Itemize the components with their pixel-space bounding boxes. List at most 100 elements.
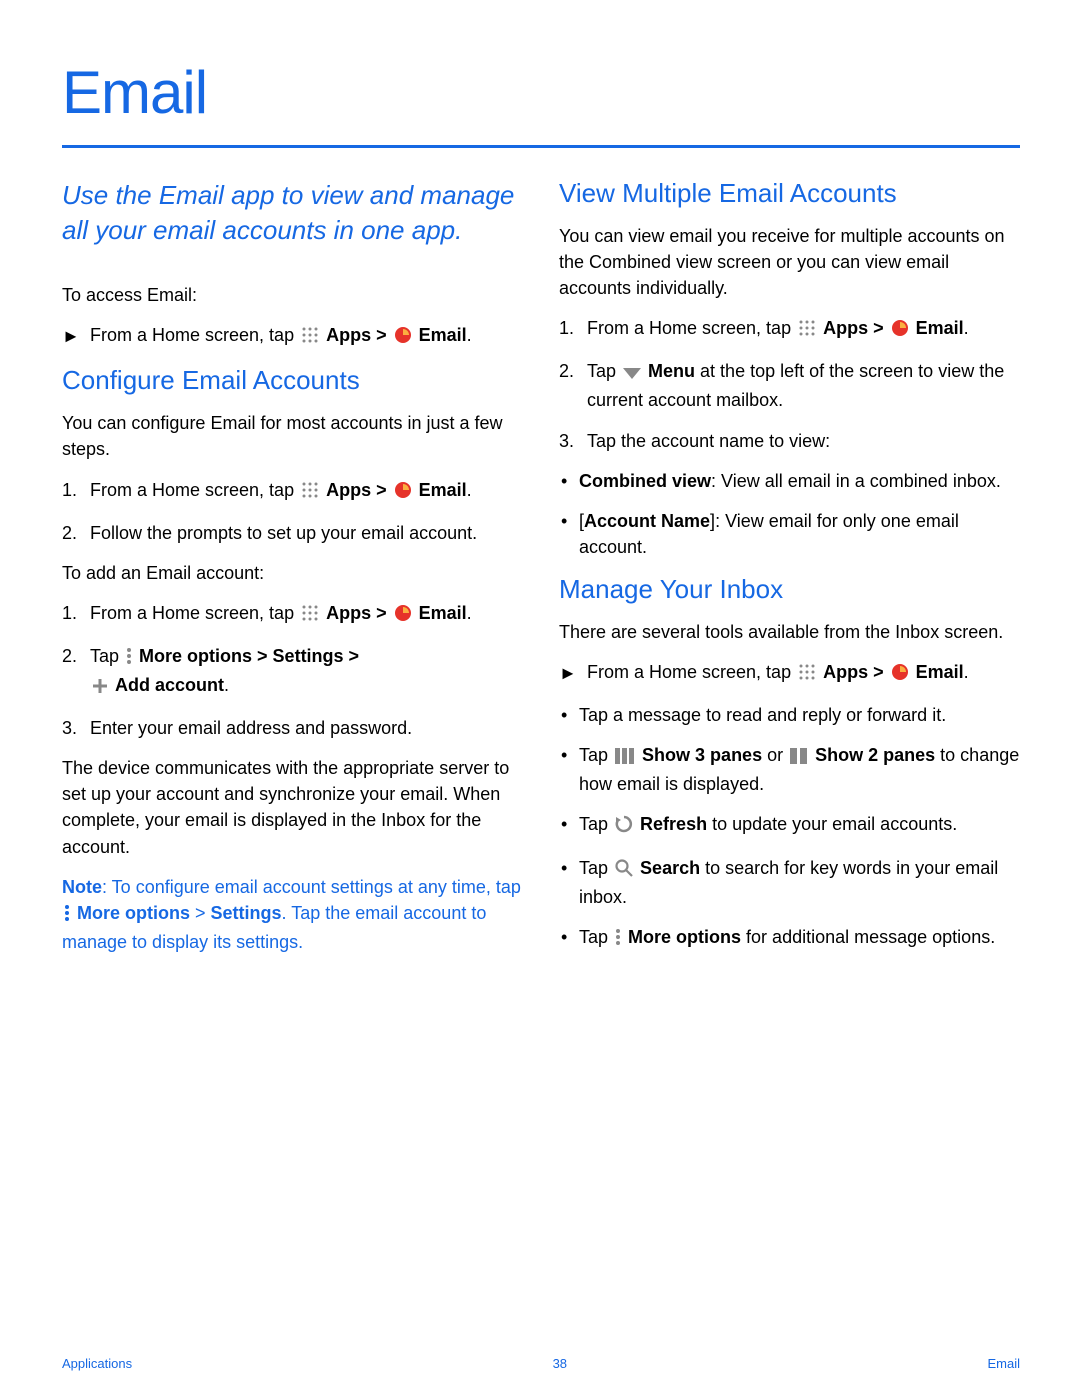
note-more: More options [77,903,190,923]
view-steps: 1. From a Home screen, tap Apps > Email.… [559,315,1020,453]
add1-text: From a Home screen, tap [90,603,299,623]
apps-grid-icon [798,318,816,344]
configure-note: Note: To configure email account setting… [62,874,523,955]
mb4-search: Search [640,858,700,878]
view-heading: View Multiple Email Accounts [559,178,1020,209]
view-step-1: 1. From a Home screen, tap Apps > Email. [559,315,1020,344]
mb3-tap: Tap [579,814,613,834]
gt-5: > [868,662,889,682]
add-step-2: 2. Tap More options > Settings > Add acc… [62,643,523,701]
gt-4: > [868,318,889,338]
email-label-2: Email [419,480,467,500]
configure-para2: The device communicates with the appropr… [62,755,523,859]
mb2-s3: Show 3 panes [642,745,762,765]
vb1-rest: : View all email in a combined inbox. [711,471,1001,491]
search-icon [615,858,633,884]
add-account-label: To add an Email account: [62,560,523,586]
note-gt: > [190,903,211,923]
apps-grid-icon [301,480,319,506]
view-step-3: 3. Tap the account name to view: [559,428,1020,454]
apps-grid-icon [301,603,319,629]
intro-text: Use the Email app to view and manage all… [62,178,523,248]
mb3-rest: to update your email accounts. [707,814,957,834]
manage-from-home: From a Home screen, tap [587,662,796,682]
dropdown-icon [623,361,641,387]
apps-grid-icon [301,325,319,351]
more-options-icon [126,646,132,672]
email-label-1: Email [419,325,467,345]
gt-2: > [371,480,392,500]
mb3-refresh: Refresh [640,814,707,834]
dot-6: . [964,662,969,682]
configure-para: You can configure Email for most account… [62,410,523,462]
view2-tap: Tap [587,361,621,381]
footer-page-number: 38 [553,1356,567,1371]
add2-tap: Tap [90,646,124,666]
configure-heading: Configure Email Accounts [62,365,523,396]
vb2-name: Account Name [584,511,710,531]
configure-steps-1: 1. From a Home screen, tap Apps > Email.… [62,477,523,546]
manage-para: There are several tools available from t… [559,619,1020,645]
gt-3: > [371,603,392,623]
dot-2: . [467,480,472,500]
manage-b4: Tap Search to search for key words in yo… [559,855,1020,910]
access-step: ► From a Home screen, tap Apps > Email. [62,322,523,351]
add-step-3: 3. Enter your email address and password… [62,715,523,741]
add-step-1: 1. From a Home screen, tap Apps > Email. [62,600,523,629]
arrow-icon: ► [62,323,80,349]
note-text-1: : To configure email account settings at… [102,877,521,897]
view2-menu: Menu [648,361,695,381]
view3-text: Tap the account name to view: [587,431,830,451]
mb5-tap: Tap [579,927,613,947]
view-bullet-1: Combined view: View all email in a combi… [559,468,1020,494]
mb1-text: Tap a message to read and reply or forwa… [579,705,946,725]
cfg1-text: From a Home screen, tap [90,480,299,500]
add2-add: Add account [115,675,224,695]
apps-label-3: Apps [326,603,371,623]
content-columns: Use the Email app to view and manage all… [62,178,1020,967]
manage-b5: Tap More options for additional message … [559,924,1020,953]
configure-step-1: 1. From a Home screen, tap Apps > Email. [62,477,523,506]
apps-label-4: Apps [823,318,868,338]
add3-text: Enter your email address and password. [90,718,412,738]
access-label: To access Email: [62,282,523,308]
email-label-5: Email [916,662,964,682]
email-app-icon [394,480,412,506]
mb2-or: or [762,745,788,765]
view-para: You can view email you receive for multi… [559,223,1020,301]
configure-step-2: 2. Follow the prompts to set up your ema… [62,520,523,546]
manage-arrow-step: ► From a Home screen, tap Apps > Email. [559,659,1020,688]
plus-icon [92,675,108,701]
right-column: View Multiple Email Accounts You can vie… [559,178,1020,967]
email-app-icon [394,603,412,629]
mb2-s2: Show 2 panes [815,745,935,765]
dot-3: . [467,603,472,623]
footer-right: Email [987,1356,1020,1371]
apps-label-2: Apps [326,480,371,500]
apps-grid-icon [798,662,816,688]
from-home-text: From a Home screen, tap [90,325,299,345]
email-label-3: Email [419,603,467,623]
mb5-rest: for additional message options. [741,927,995,947]
three-panes-icon [615,745,635,771]
manage-b2: Tap Show 3 panes or Show 2 panes to chan… [559,742,1020,797]
apps-label-5: Apps [823,662,868,682]
apps-label: Apps [326,325,371,345]
mb2-tap: Tap [579,745,613,765]
email-app-icon [891,662,909,688]
gt-1: > [371,325,392,345]
note-settings: Settings [211,903,282,923]
email-app-icon [891,318,909,344]
more-options-icon [615,927,621,953]
view-bullet-2: [Account Name]: View email for only one … [559,508,1020,560]
footer-left: Applications [62,1356,132,1371]
manage-b1: Tap a message to read and reply or forwa… [559,702,1020,728]
dot-1: . [467,325,472,345]
add-steps: 1. From a Home screen, tap Apps > Email.… [62,600,523,741]
manage-bullets: Tap a message to read and reply or forwa… [559,702,1020,953]
view1-text: From a Home screen, tap [587,318,796,338]
cfg-step2-text: Follow the prompts to set up your email … [90,523,477,543]
manage-heading: Manage Your Inbox [559,574,1020,605]
page-footer: Applications 38 Email [62,1356,1020,1371]
email-app-icon [394,325,412,351]
